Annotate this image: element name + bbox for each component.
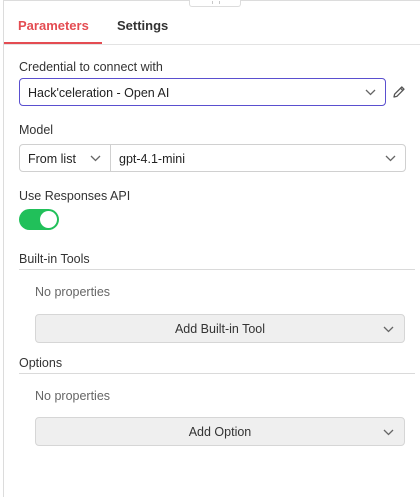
chevron-down-icon	[383, 429, 394, 436]
options-title: Options	[19, 356, 63, 370]
credential-value: Hack'celeration - Open AI	[28, 86, 170, 100]
active-tab-indicator	[4, 42, 102, 44]
builtin-tools-title: Built-in Tools	[19, 252, 90, 266]
credential-select[interactable]: Hack'celeration - Open AI	[19, 78, 386, 106]
tab-settings[interactable]: Settings	[117, 18, 168, 33]
tab-bar: Parameters Settings	[4, 1, 420, 45]
model-mode-value: From list	[28, 152, 76, 166]
chevron-down-icon	[383, 326, 394, 333]
chevron-down-icon	[90, 155, 101, 162]
add-option-label: Add Option	[188, 425, 252, 439]
section-divider	[19, 269, 415, 270]
chevron-down-icon	[365, 89, 376, 96]
model-value: gpt-4.1-mini	[119, 152, 185, 166]
chevron-down-icon	[385, 155, 396, 162]
toggle-knob	[40, 211, 57, 228]
builtin-tools-empty: No properties	[35, 285, 111, 299]
add-builtin-tool-button[interactable]: Add Built-in Tool	[35, 314, 405, 343]
edit-credential-icon[interactable]	[392, 85, 406, 99]
model-mode-select[interactable]: From list	[19, 144, 111, 172]
add-option-button[interactable]: Add Option	[35, 417, 405, 446]
model-label: Model	[19, 123, 54, 137]
responses-api-label: Use Responses API	[19, 189, 131, 203]
model-select[interactable]: gpt-4.1-mini	[110, 144, 406, 172]
tab-parameters[interactable]: Parameters	[18, 18, 89, 33]
credential-label: Credential to connect with	[19, 60, 163, 74]
parameters-panel: Parameters Settings Credential to connec…	[3, 0, 420, 497]
add-builtin-tool-label: Add Built-in Tool	[174, 322, 266, 336]
section-divider	[19, 373, 415, 374]
responses-api-toggle[interactable]	[19, 209, 59, 230]
options-empty: No properties	[35, 389, 111, 403]
